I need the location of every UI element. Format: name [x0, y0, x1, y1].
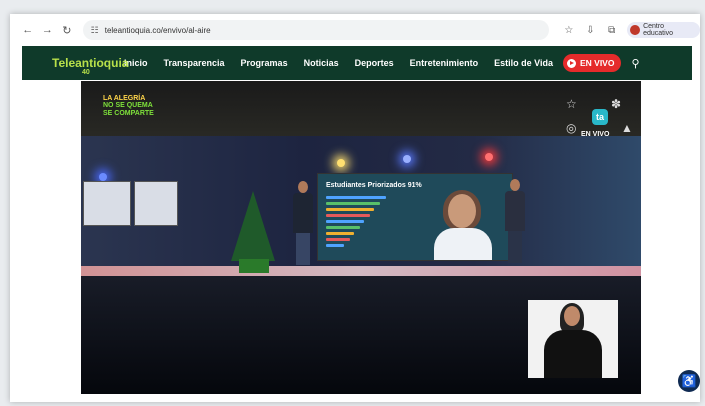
tree-ornament-icon: ▲ [621, 121, 633, 135]
site-navbar: Teleantioquia 40 Inicio Transparencia Pr… [22, 46, 692, 80]
studio-main-screen: Estudiantes Priorizados 91% [317, 173, 513, 261]
christmas-tree [231, 191, 275, 261]
reload-icon[interactable]: ↻ [59, 22, 75, 38]
chart-bar [326, 202, 380, 205]
chart-bar [326, 196, 386, 199]
nav-item-programas[interactable]: Programas [241, 58, 288, 68]
back-icon[interactable]: ← [20, 22, 36, 38]
screen-title-text: Estudiantes Priorizados [326, 182, 406, 189]
nav-item-deportes[interactable]: Deportes [355, 58, 394, 68]
video-player[interactable]: LA ALEGRÍA NO SE QUEMA SE COMPARTE ☆ ✽ ◎… [81, 81, 641, 394]
download-icon[interactable]: ⇩ [583, 22, 598, 38]
sign-language-interpreter [528, 300, 618, 378]
floor-light-strip [81, 266, 641, 276]
browser-toolbar: ← → ↻ ☷ teleantioquia.co/envivo/al-aire … [10, 14, 700, 46]
site-settings-icon[interactable]: ☷ [91, 25, 99, 36]
chart-bar [326, 220, 364, 223]
bauble-ornament-icon: ◎ [566, 121, 577, 135]
brand-line-3: SE COMPARTE [103, 109, 154, 117]
play-icon [566, 58, 576, 68]
tree-base [239, 259, 269, 273]
address-bar[interactable]: ☷ teleantioquia.co/envivo/al-aire [82, 20, 550, 40]
screen-title: Estudiantes Priorizados 91% [326, 182, 422, 189]
chart-bar [326, 244, 344, 247]
logo-text: Teleantioquia [52, 56, 129, 70]
chart-bar [326, 238, 350, 241]
side-screen [83, 181, 131, 226]
nav-item-entretenimiento[interactable]: Entretenimiento [410, 58, 479, 68]
extensions-icon[interactable]: ⧉ [604, 22, 619, 38]
side-screen [134, 181, 178, 226]
chart-bar [326, 232, 354, 235]
live-label: EN VIVO [579, 58, 615, 68]
stage-light [337, 159, 345, 167]
screen-photo [428, 188, 498, 260]
stage-light [485, 153, 493, 161]
stage-light [403, 155, 411, 163]
profile-label: Centro educativo [643, 23, 674, 37]
stage-light [99, 173, 107, 181]
site-logo[interactable]: Teleantioquia 40 [52, 57, 128, 76]
gingerbread-ornament-icon: ✽ [611, 97, 622, 111]
star-icon[interactable]: ☆ [561, 22, 576, 38]
nav-item-noticias[interactable]: Noticias [304, 58, 339, 68]
brand-line-1: LA ALEGRÍA [103, 95, 146, 102]
browser-window: ← → ↻ ☷ teleantioquia.co/envivo/al-aire … [10, 14, 700, 402]
avatar [630, 25, 641, 35]
star-ornament-icon: ☆ [566, 97, 577, 111]
accessibility-icon[interactable]: ♿ [678, 370, 700, 392]
nav-item-transparencia[interactable]: Transparencia [164, 58, 225, 68]
brand-line-2: NO SE QUEMA [103, 102, 153, 110]
channel-watermark: ta [592, 109, 608, 125]
profile-button[interactable]: Centro educativo [627, 22, 700, 38]
live-watermark: EN VIVO [581, 131, 610, 138]
chart-bar [326, 226, 360, 229]
show-logo: LA ALEGRÍA NO SE QUEMA SE COMPARTE [103, 95, 154, 117]
screen-title-suffix: 91% [407, 182, 422, 189]
chart-bar [326, 208, 374, 211]
search-icon[interactable]: ⚲ [631, 57, 639, 70]
logo-subtext: 40 [82, 69, 90, 76]
url-text[interactable]: teleantioquia.co/envivo/al-aire [105, 26, 211, 35]
chart-bar [326, 214, 370, 217]
live-button[interactable]: EN VIVO [562, 54, 622, 72]
nav-item-estilo-de-vida[interactable]: Estilo de Vida [494, 58, 553, 68]
screen-bar-chart [326, 196, 396, 250]
forward-icon[interactable]: → [40, 22, 56, 38]
studio-ceiling [81, 81, 641, 141]
